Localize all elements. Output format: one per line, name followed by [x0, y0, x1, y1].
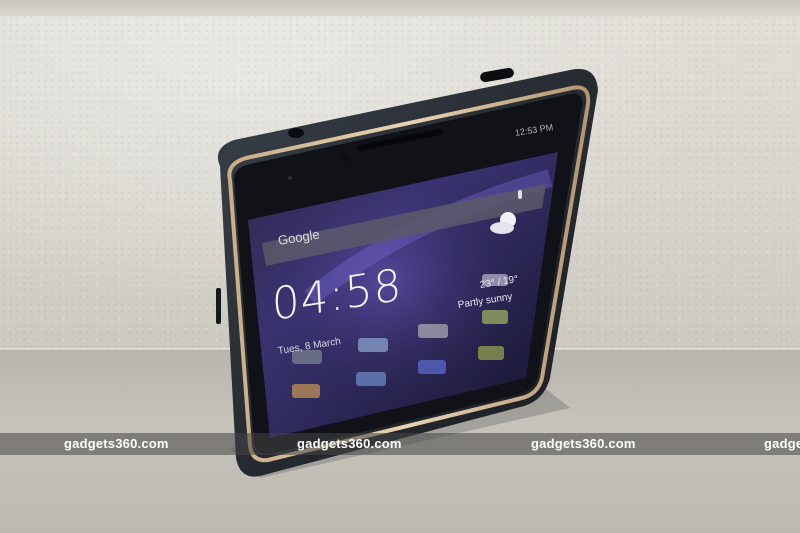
smartphone: 12:53 PM Google 04:58 Tues, 8 March 23° … — [190, 48, 610, 488]
mic-icon — [518, 190, 522, 199]
usb-port-icon — [480, 67, 514, 83]
watermark-band: gadgets360.com gadgets360.com gadgets360… — [0, 433, 800, 455]
headphone-jack-icon — [288, 128, 304, 138]
watermark-text: gadgets360.com — [297, 436, 402, 451]
watermark-text: gadgets360.com — [531, 436, 636, 451]
watermark-text: gadgets360.com — [64, 436, 169, 451]
watermark-text: gadge — [764, 436, 800, 451]
phone-body — [216, 67, 598, 478]
wall-top-edge — [0, 0, 800, 16]
photo-scene: 12:53 PM Google 04:58 Tues, 8 March 23° … — [0, 0, 800, 533]
